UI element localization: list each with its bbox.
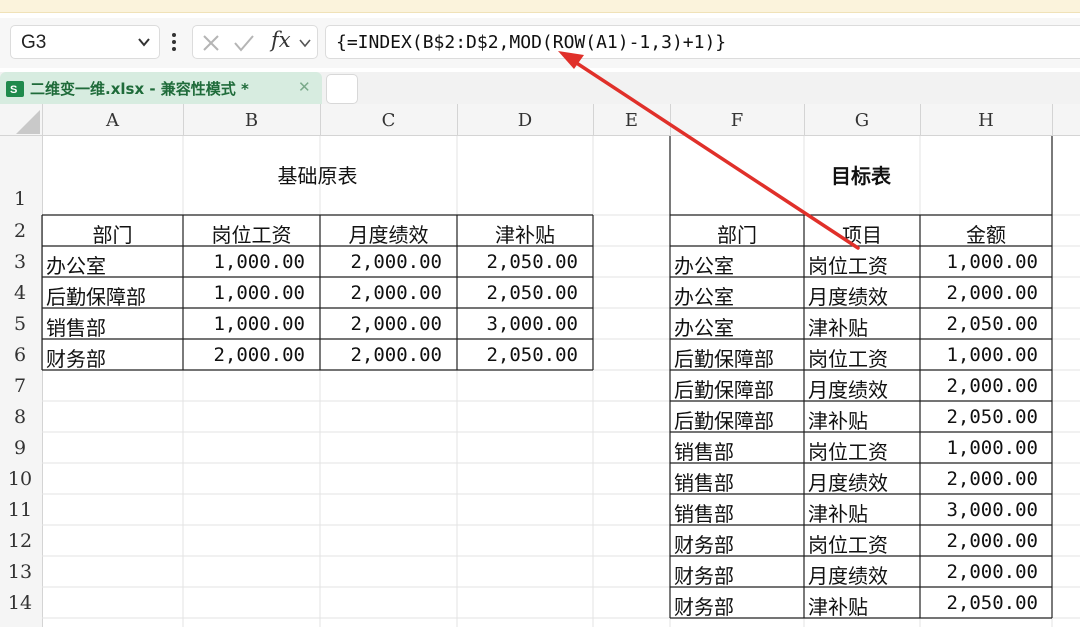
annotation-arrow bbox=[558, 51, 860, 250]
